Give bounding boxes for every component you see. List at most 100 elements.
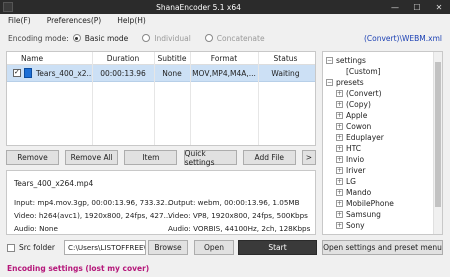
expand-icon[interactable]: + (336, 189, 343, 196)
expand-icon[interactable]: + (336, 200, 343, 207)
menu-preferences[interactable]: Preferences(P) (39, 16, 110, 25)
minimize-button[interactable]: — (384, 0, 406, 14)
tree-item[interactable]: + Mando (336, 187, 371, 198)
add-file-button[interactable]: Add File (242, 150, 296, 165)
output-path-field[interactable]: C:\Users\LISTOFFREE\ (64, 240, 146, 255)
src-folder-checkbox[interactable]: Src folder (7, 243, 55, 252)
expand-icon[interactable]: + (336, 156, 343, 163)
collapse-icon[interactable]: − (326, 57, 333, 64)
info-input: Input: mp4.mov.3gp, 00:00:13.96, 733.32.… (14, 198, 172, 207)
bottom-toolbar: Src folder C:\Users\LISTOFFREE\ Browse O… (0, 240, 450, 255)
remove-button[interactable]: Remove (6, 150, 59, 165)
basic-mode-label: Basic mode (84, 33, 129, 43)
tree-item-label: Samsung (346, 210, 381, 219)
close-button[interactable]: ✕ (428, 0, 450, 14)
column-divider (190, 52, 191, 145)
tree-item[interactable]: + Invio (336, 154, 364, 165)
preset-tree[interactable]: − settings [Custom] − presets + (Convert) + (Cop… (322, 51, 443, 235)
video-file-icon (24, 68, 32, 78)
tree-item-label: [Custom] (346, 67, 381, 76)
column-subtitle[interactable]: Subtitle (154, 54, 190, 63)
tree-item-label: Invio (346, 155, 365, 164)
expand-icon[interactable]: + (336, 167, 343, 174)
expand-icon[interactable]: + (336, 134, 343, 141)
individual-radio[interactable]: Individual (142, 34, 191, 43)
radio-dot (142, 34, 151, 42)
expand-icon[interactable]: + (336, 90, 343, 97)
tree-item-label: Apple (346, 111, 368, 120)
tree-item[interactable]: − presets (326, 77, 364, 88)
tree-item-label: (Copy) (346, 100, 371, 109)
expand-icon[interactable]: + (336, 222, 343, 229)
radio-dot (72, 34, 81, 42)
tree-item[interactable]: + (Copy) (336, 99, 371, 110)
tree-item-label: Eduplayer (346, 133, 384, 142)
file-name: Tears_400_x2... (36, 68, 92, 78)
info-input-audio: Audio: None (14, 224, 58, 233)
tree-item[interactable]: + Samsung (336, 209, 381, 220)
expand-icon[interactable]: + (336, 101, 343, 108)
item-button[interactable]: Item (124, 150, 178, 165)
more-button[interactable]: > (301, 150, 316, 165)
tree-item[interactable]: + MobilePhone (336, 198, 394, 209)
tree-item[interactable]: + Apple (336, 110, 367, 121)
column-divider (154, 52, 155, 145)
encoding-mode-bar: Encoding mode: Basic mode Individual Con… (0, 30, 450, 46)
expand-icon[interactable]: + (336, 123, 343, 130)
menu-file[interactable]: File(F) (0, 16, 39, 25)
tree-item[interactable]: + HTC (336, 143, 361, 154)
basic-mode-radio[interactable]: Basic mode (72, 33, 129, 43)
tree-item-label: Sony (346, 221, 365, 230)
scrollbar-thumb[interactable] (435, 62, 441, 207)
start-button[interactable]: Start (238, 240, 317, 255)
tree-item[interactable]: [Custom] (336, 66, 381, 77)
column-divider (258, 52, 259, 145)
column-name[interactable]: Name (7, 54, 92, 63)
tree-item-label: Cowon (346, 122, 372, 131)
expand-icon[interactable]: + (336, 112, 343, 119)
tree-item-label: settings (336, 56, 366, 65)
current-preset-link[interactable]: (Convert)\WEBM.xml (364, 34, 442, 43)
quick-settings-button[interactable]: Quick settings (183, 149, 237, 167)
expand-icon[interactable]: + (336, 211, 343, 218)
remove-all-button[interactable]: Remove All (65, 150, 119, 165)
tree-item[interactable]: + (Convert) (336, 88, 382, 99)
checkbox-box (7, 243, 15, 252)
tree-item-label: LG (346, 177, 356, 186)
open-settings-button[interactable]: Open settings and preset menu (322, 240, 443, 255)
menu-help[interactable]: Help(H) (109, 16, 154, 25)
radio-dot (204, 34, 213, 42)
tree-item[interactable]: + Cowon (336, 121, 371, 132)
file-format: MOV,MP4,M4A,... (192, 68, 256, 78)
expand-icon[interactable]: + (336, 178, 343, 185)
expand-icon[interactable]: + (336, 145, 343, 152)
tree-item-label: HTC (346, 144, 362, 153)
file-actions-bar: Remove Remove All Item Quick settings Ad… (6, 149, 316, 167)
tree-item[interactable]: + Eduplayer (336, 132, 384, 143)
tree-scrollbar[interactable] (433, 52, 442, 234)
concatenate-radio[interactable]: Concatenate (204, 34, 265, 43)
browse-button[interactable]: Browse (148, 240, 188, 255)
file-info-panel: Tears_400_x264.mp4 Input: mp4.mov.3gp, 0… (6, 170, 316, 235)
status-message: Encoding settings (lost my cover) (7, 264, 150, 273)
tree-item[interactable]: + LG (336, 176, 356, 187)
info-input-video: Video: h264(avc1), 1920x800, 24fps, 427.… (14, 211, 171, 220)
tree-item-label: Mando (346, 188, 372, 197)
file-row[interactable]: Tears_400_x2... 00:00:13.96 None MOV,MP4… (7, 65, 315, 82)
column-status[interactable]: Status (258, 54, 313, 63)
file-status: Waiting (271, 68, 300, 78)
column-divider (92, 52, 93, 145)
tree-item[interactable]: + Iriver (336, 165, 366, 176)
open-folder-button[interactable]: Open (194, 240, 234, 255)
encoding-mode-label: Encoding mode: (8, 33, 69, 43)
info-output: Output: webm, 00:00:13.96, 1.05MB (168, 198, 300, 207)
file-list[interactable]: Name Duration Subtitle Format Status Tea… (6, 51, 316, 146)
column-duration[interactable]: Duration (92, 54, 154, 63)
tree-item[interactable]: − settings (326, 55, 366, 66)
file-checkbox[interactable] (13, 68, 21, 77)
maximize-button[interactable]: ☐ (406, 0, 428, 14)
collapse-icon[interactable]: − (326, 79, 333, 86)
column-format[interactable]: Format (190, 54, 258, 63)
tree-item[interactable]: + Sony (336, 220, 365, 231)
individual-label: Individual (154, 33, 191, 43)
